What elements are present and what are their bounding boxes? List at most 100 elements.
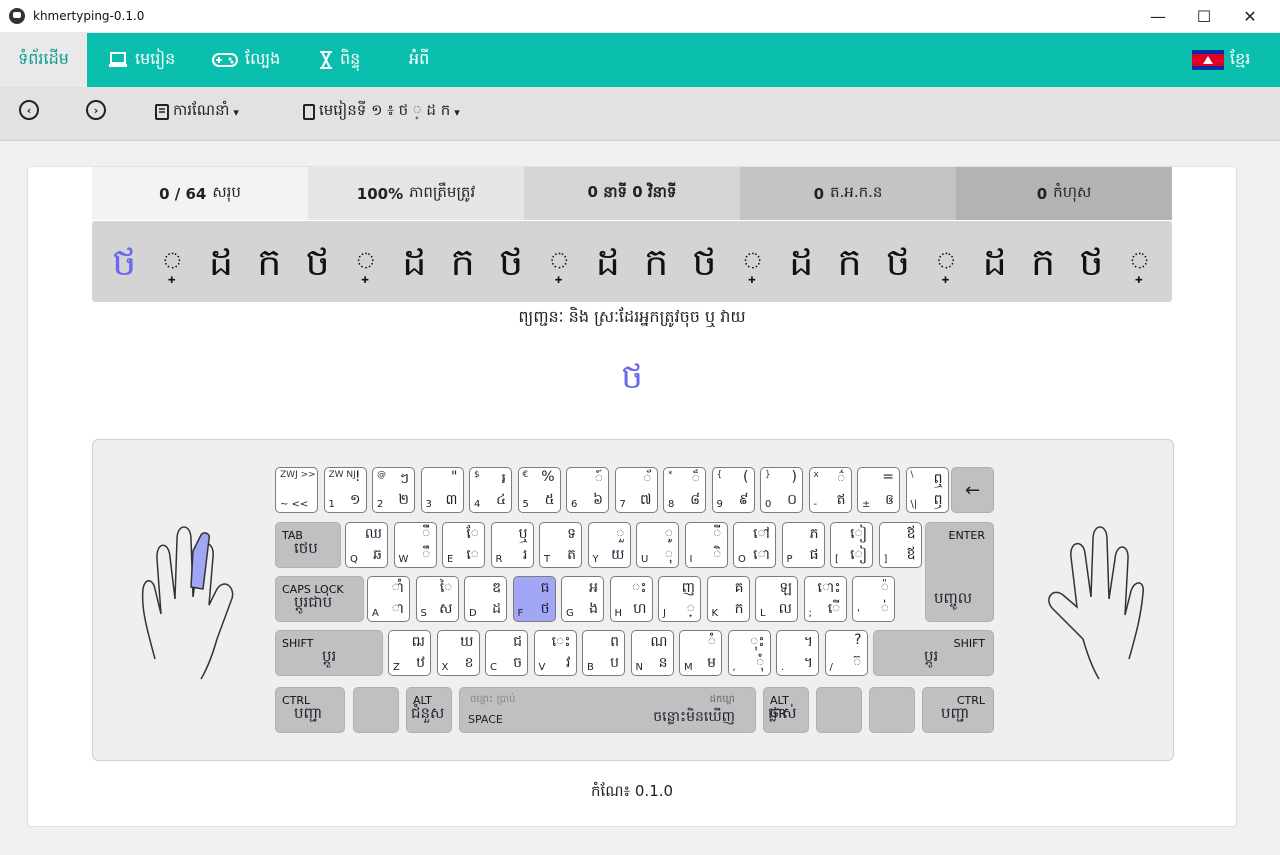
key[interactable]: X ឃខ (436, 630, 480, 676)
ctrl-left-key[interactable]: CTRL បញ្ជា (275, 687, 345, 733)
key[interactable]: 7័៧ (614, 467, 658, 513)
shift-label: SHIFT (282, 637, 314, 650)
nav-stats[interactable]: ពិន្ទុ (319, 33, 360, 87)
key[interactable]: B ពប (582, 630, 625, 676)
key[interactable]: } 0) ០ (760, 467, 803, 513)
key-khmer-char: ្ (686, 601, 695, 617)
key[interactable]: ,ុះុំ (727, 630, 771, 676)
blank-key[interactable] (816, 687, 862, 733)
key[interactable]: Mំម (679, 630, 722, 676)
key[interactable]: ZW NJ 1! ១ (323, 467, 367, 513)
nav-home[interactable]: ទំព័រដើម (0, 33, 87, 87)
instructions-dropdown[interactable]: ការណែនាំ ▾ (155, 101, 239, 123)
key[interactable]: \ \| ឮឭ (905, 467, 949, 513)
tab-khmer-label: ថេប (294, 539, 318, 557)
lesson-dropdown[interactable]: មេរៀនទី ១ ៖ ថ ◌្ ដ ក ▾ (303, 101, 460, 123)
text-char: ◌្ (356, 241, 376, 282)
key[interactable]: F ធថ (512, 576, 556, 622)
key[interactable]: J ញ្ (658, 576, 701, 622)
key-khmer-char: យ (611, 547, 625, 563)
key-khmer-shift: ណ (650, 634, 668, 650)
caps-lock-key[interactable]: CAPS LOCK ប្តូរជាប់ (275, 576, 364, 622)
language-switch[interactable]: ខ្មែរ (1192, 33, 1250, 87)
key-shift-symbol: ZW NJ (328, 470, 356, 480)
text-char: ដ (789, 239, 814, 284)
alt-gr-key[interactable]: ALT GR ផ្លាស់ (763, 687, 809, 733)
key[interactable]: P ភផ (781, 522, 825, 568)
nav-games[interactable]: ល្បែង (212, 33, 280, 87)
key[interactable]: 6៍៦ (566, 467, 609, 513)
key[interactable]: ZWJ >> ~ << (275, 467, 318, 513)
key-khmer-char: ០ (787, 492, 797, 508)
key-khmer-char: ដ (492, 601, 501, 617)
key[interactable]: G អង (561, 576, 604, 622)
key[interactable]: /?៊ (824, 630, 868, 676)
key-khmer-char: ១ (349, 492, 361, 508)
alt-key[interactable]: ALT ជំនួស (406, 687, 452, 733)
key[interactable]: . ។។ (776, 630, 819, 676)
text-char: ដ (595, 239, 620, 284)
space-key[interactable]: ចន្លោះ ប្រាប់ SPACE ដកឃ្លា ចន្លោះមិនឃើញ (459, 687, 756, 733)
key[interactable]: '៉់ (852, 576, 895, 622)
key[interactable]: [ៀៀ (830, 522, 873, 568)
nav-about[interactable]: អំពី (409, 33, 429, 87)
key-shift-symbol: € (522, 470, 529, 480)
key[interactable]: Aាំា (367, 576, 410, 622)
key-khmer-shift: ( (743, 469, 749, 485)
key-latin-label: I (689, 554, 693, 565)
tab-key[interactable]: TAB ថេប (275, 522, 341, 568)
key[interactable]: Hះហ (609, 576, 653, 622)
key-latin-label: U (641, 554, 649, 565)
next-button[interactable]: › (86, 100, 106, 120)
key[interactable]: Iីិ (684, 522, 728, 568)
backspace-icon: ← (964, 479, 981, 501)
key[interactable]: ± = ឲ (857, 467, 900, 513)
stat-accuracy: 100% ភាពត្រឹមត្រូវ (308, 167, 524, 220)
key[interactable]: Sៃស (415, 576, 459, 622)
key[interactable]: $4 ៛៤ (469, 467, 512, 513)
key[interactable]: Uូុ (636, 522, 679, 568)
key[interactable]: ] ឪឪ (878, 522, 922, 568)
shift-right-key[interactable]: SHIFT ប្តូរ (873, 630, 994, 676)
ctrl-right-key[interactable]: CTRL បញ្ជា (922, 687, 994, 733)
key[interactable]: ;ោះើ (803, 576, 847, 622)
key-khmer-char: ់ (880, 601, 889, 617)
nav-lessons[interactable]: មេរៀន (108, 33, 175, 87)
key[interactable]: Eែេ (442, 522, 485, 568)
backspace-key[interactable]: ← (951, 467, 994, 513)
key[interactable]: Wឺឹ (393, 522, 437, 568)
key[interactable]: Z ឍឋ (388, 630, 431, 676)
stat-errors-value: 0 (1036, 184, 1048, 203)
minimize-button[interactable]: — (1135, 0, 1181, 33)
blank-key[interactable] (869, 687, 915, 733)
maximize-button[interactable]: ☐ (1181, 0, 1227, 33)
key-khmer-char: ខ (464, 655, 474, 671)
key[interactable]: Oៅោ (733, 522, 776, 568)
blank-key[interactable] (353, 687, 399, 733)
key[interactable]: T ទត (539, 522, 582, 568)
app-icon (9, 8, 25, 24)
previous-button[interactable]: ‹ (19, 100, 39, 120)
key-khmer-shift: ឡ (779, 580, 792, 596)
key[interactable]: Vេះវ (533, 630, 577, 676)
key[interactable]: Yួយ (587, 522, 631, 568)
key[interactable]: €5% ៥ (517, 467, 561, 513)
key[interactable]: Q ឈឆ (345, 522, 388, 568)
key[interactable]: {9 (៩ (711, 467, 755, 513)
key-khmer-char: ៥ (544, 492, 555, 508)
key[interactable]: D ឌដ (464, 576, 507, 622)
key[interactable]: L ឡល (755, 576, 798, 622)
key[interactable]: N ណន (630, 630, 674, 676)
enter-key[interactable]: ENTER បញ្ចូល (925, 522, 994, 622)
key[interactable]: C ជច (485, 630, 528, 676)
key[interactable]: 3 " ៣ (420, 467, 464, 513)
shift-left-key[interactable]: SHIFT ប្តូរ (275, 630, 383, 676)
key[interactable]: R ឬរ (490, 522, 534, 568)
key[interactable]: K គក (706, 576, 750, 622)
typing-text-line: ថ ◌្ដកថ ◌្ដកថ ◌្ដកថ ◌្ដកថ ◌្ដកថ ◌្ (92, 221, 1172, 302)
close-button[interactable]: ✕ (1227, 0, 1273, 33)
key[interactable]: x -៌ឥ (808, 467, 852, 513)
nav-about-label: អំពី (409, 49, 430, 68)
key[interactable]: @2 ៗ២ (372, 467, 415, 513)
key[interactable]: * 8៏៨ (663, 467, 706, 513)
